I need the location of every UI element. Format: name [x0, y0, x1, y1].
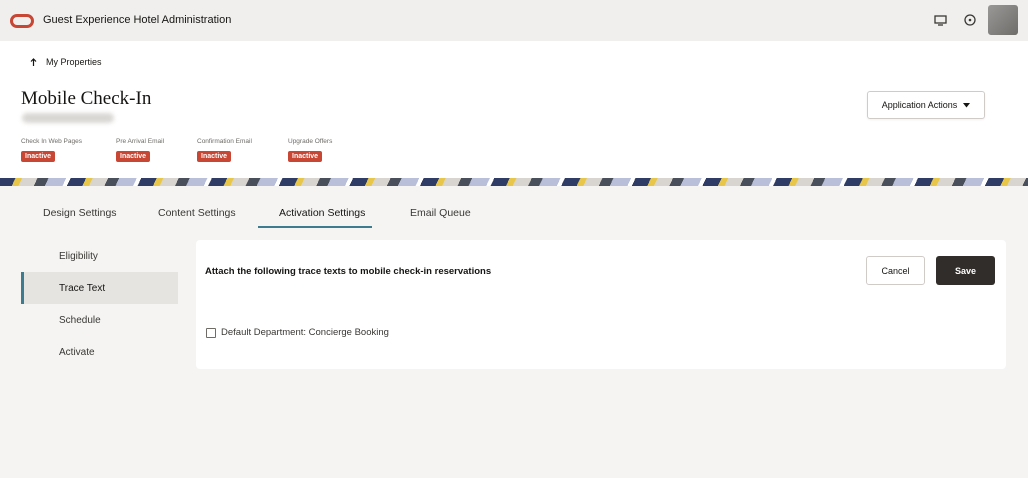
oracle-logo-icon[interactable] — [10, 14, 34, 28]
tab-activation-settings[interactable]: Activation Settings — [279, 207, 365, 219]
avatar[interactable] — [988, 5, 1018, 35]
app-title: Guest Experience Hotel Administration — [43, 14, 232, 26]
trace-text-checkbox-label: Default Department: Concierge Booking — [221, 327, 389, 338]
sidenav-item-trace-text[interactable]: Trace Text — [21, 272, 178, 304]
decorative-pattern-strip — [0, 178, 1028, 186]
back-to-properties-link[interactable]: My Properties — [30, 57, 102, 67]
status-label: Check In Web Pages — [21, 138, 82, 145]
help-icon[interactable] — [962, 12, 978, 28]
sidenav-item-label: Schedule — [59, 314, 101, 326]
status-badge: Inactive — [197, 151, 232, 162]
property-name-redacted — [22, 113, 114, 123]
trace-text-panel: Attach the following trace texts to mobi… — [196, 240, 1006, 369]
sidenav-item-label: Activate — [59, 346, 95, 358]
sidenav-item-label: Eligibility — [59, 250, 98, 262]
tab-content-settings[interactable]: Content Settings — [158, 207, 236, 219]
status-label: Upgrade Offers — [288, 138, 333, 145]
tab-email-queue[interactable]: Email Queue — [410, 207, 471, 219]
application-actions-label: Application Actions — [881, 100, 958, 110]
sidenav-item-eligibility[interactable]: Eligibility — [21, 240, 178, 272]
status-badge: Inactive — [288, 151, 323, 162]
active-tab-indicator — [258, 226, 372, 228]
sidenav-item-label: Trace Text — [59, 282, 106, 294]
tab-design-settings[interactable]: Design Settings — [43, 207, 117, 219]
save-button[interactable]: Save — [936, 256, 995, 285]
status-confirmation-email: Confirmation Email Inactive — [197, 138, 252, 163]
sidenav-item-schedule[interactable]: Schedule — [21, 304, 178, 336]
status-label: Pre Arrival Email — [116, 138, 165, 145]
page-title: Mobile Check-In — [21, 88, 152, 109]
status-pre-arrival-email: Pre Arrival Email Inactive — [116, 138, 164, 163]
back-link-label: My Properties — [46, 57, 102, 67]
panel-heading: Attach the following trace texts to mobi… — [205, 266, 492, 277]
sidenav-item-activate[interactable]: Activate — [21, 336, 178, 368]
caret-down-icon — [963, 102, 971, 107]
status-badge: Inactive — [21, 151, 56, 162]
trace-text-checkbox[interactable] — [206, 327, 216, 338]
status-badge: Inactive — [116, 151, 151, 162]
arrow-up-icon — [30, 58, 37, 66]
application-actions-button[interactable]: Application Actions — [867, 91, 985, 119]
status-upgrade-offers: Upgrade Offers Inactive — [288, 138, 332, 163]
status-check-in-web-pages: Check In Web Pages Inactive — [21, 138, 82, 163]
tab-bar: Design Settings Content Settings Activat… — [0, 195, 1028, 231]
cancel-button[interactable]: Cancel — [866, 256, 925, 285]
top-bar: Guest Experience Hotel Administration — [0, 0, 1028, 41]
trace-text-option[interactable]: Default Department: Concierge Booking — [206, 327, 389, 338]
status-label: Confirmation Email — [197, 138, 252, 145]
display-icon[interactable] — [932, 12, 948, 28]
